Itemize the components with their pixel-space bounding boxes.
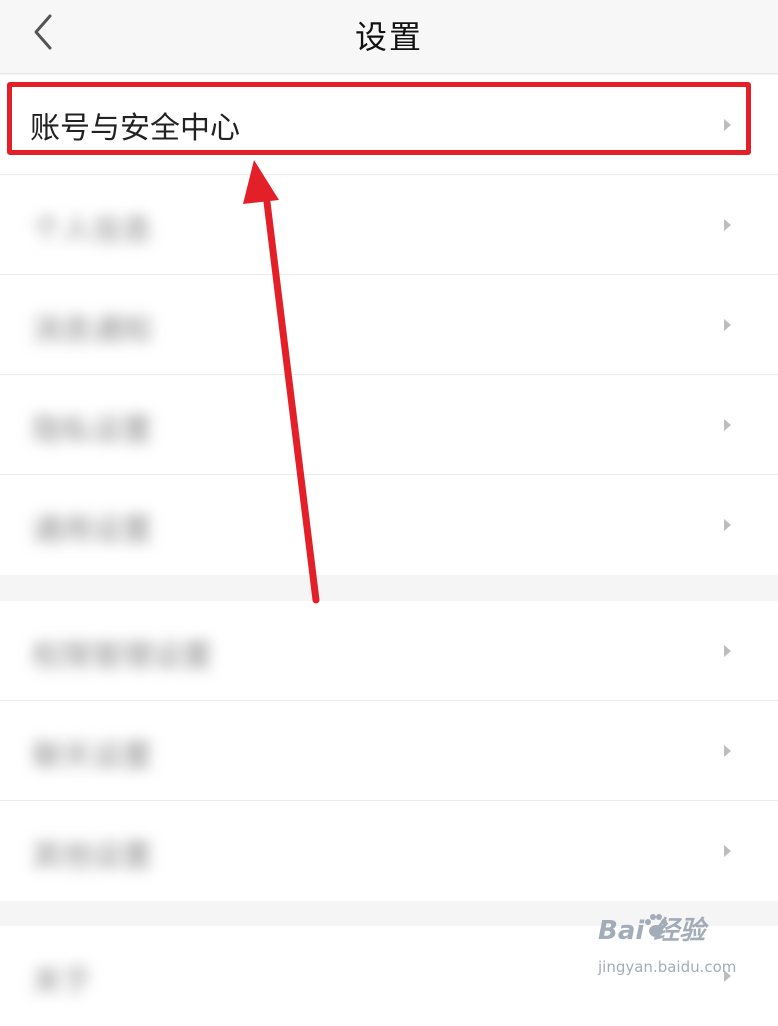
settings-group-2: 权限管理设置 聊天设置 其他设置 (0, 601, 778, 901)
chevron-right-icon (724, 645, 731, 657)
top-bar: 设置 (0, 0, 778, 74)
chevron-right-icon (724, 119, 731, 131)
settings-item-label: 账号与安全中心 (30, 111, 240, 146)
settings-item-label: 权限管理设置 (32, 639, 212, 674)
chevron-right-icon (724, 519, 731, 531)
settings-item[interactable]: 其他设置 (0, 801, 778, 901)
settings-item-account-security[interactable]: 账号与安全中心 (0, 75, 778, 175)
settings-item-label: 消息通知 (32, 313, 152, 348)
settings-item-label: 其他设置 (32, 839, 152, 874)
paw-icon (645, 914, 667, 937)
watermark-url: jingyan.baidu.com (598, 958, 737, 976)
settings-item-label: 聊天设置 (32, 739, 152, 774)
settings-item-label: 个人信息 (32, 213, 152, 248)
page-title: 设置 (354, 18, 423, 56)
chevron-right-icon (724, 419, 731, 431)
chevron-right-icon (724, 745, 731, 757)
settings-item[interactable]: 消息通知 (0, 275, 778, 375)
settings-item-label: 关于 (32, 964, 92, 999)
settings-item-label: 隐私设置 (32, 413, 152, 448)
settings-item[interactable]: 通用设置 (0, 475, 778, 575)
settings-group-1: 账号与安全中心 个人信息 消息通知 隐私设置 通用设置 (0, 75, 778, 575)
settings-item-label: 通用设置 (32, 513, 152, 548)
chevron-right-icon (724, 845, 731, 857)
chevron-right-icon (724, 319, 731, 331)
settings-item[interactable]: 权限管理设置 (0, 601, 778, 701)
settings-item[interactable]: 聊天设置 (0, 701, 778, 801)
chevron-right-icon (724, 219, 731, 231)
watermark: Bai 经验 jingyan.baidu.com (598, 910, 758, 990)
settings-item[interactable]: 隐私设置 (0, 375, 778, 475)
settings-item[interactable]: 个人信息 (0, 175, 778, 275)
